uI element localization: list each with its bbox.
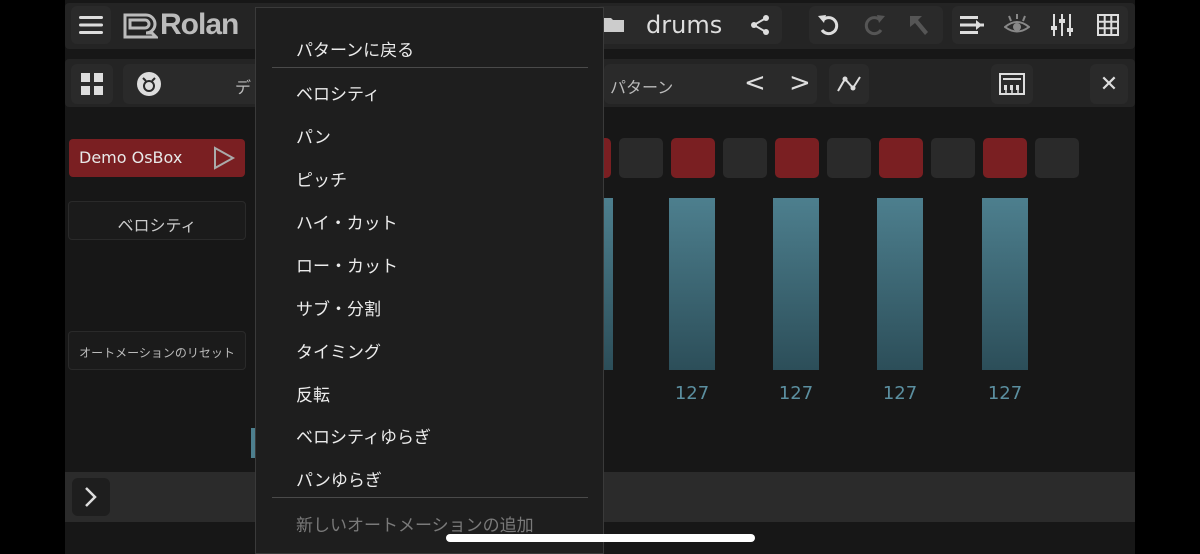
automation-curve-button[interactable] <box>829 64 869 104</box>
menu-item-high-cut[interactable]: ハイ・カット <box>296 209 398 234</box>
menu-item-pitch[interactable]: ピッチ <box>296 166 347 191</box>
mixer-icon[interactable] <box>1050 14 1074 36</box>
grid-squares-icon <box>81 73 103 95</box>
view-group <box>952 6 1128 44</box>
menu-item-timing[interactable]: タイミング <box>296 338 381 363</box>
menu-item-back[interactable]: パターンに戻る <box>296 36 414 61</box>
instrument-name: デ <box>235 78 252 97</box>
prev-pattern-button[interactable]: < <box>744 68 766 98</box>
chevron-right-icon <box>85 487 97 507</box>
velocity-bar[interactable] <box>669 198 715 370</box>
eye-icon[interactable] <box>1004 14 1030 36</box>
velocity-bar[interactable] <box>877 198 923 370</box>
menu-button[interactable] <box>71 6 111 44</box>
track-name: Demo OsBox <box>79 148 183 167</box>
step-pad[interactable] <box>723 138 767 178</box>
automation-menu: パターンに戻る ベロシティ パン ピッチ ハイ・カット ロー・カット サブ・分割… <box>255 7 604 554</box>
menu-item-add-automation[interactable]: 新しいオートメーションの追加 <box>296 511 534 536</box>
menu-item-sub-division[interactable]: サブ・分割 <box>296 295 381 320</box>
step-pad[interactable] <box>1035 138 1079 178</box>
step-pad[interactable] <box>983 138 1027 178</box>
reset-automation-button[interactable]: オートメーションのリセット <box>68 331 246 370</box>
undo-icon[interactable] <box>817 14 841 36</box>
velocity-value: 127 <box>778 383 814 404</box>
curve-icon <box>837 76 861 92</box>
step-pad[interactable] <box>671 138 715 178</box>
close-button[interactable]: ✕ <box>1090 64 1128 104</box>
grid-icon[interactable] <box>1097 14 1119 36</box>
menu-item-velocity-jitter[interactable]: ベロシティゆらぎ <box>296 423 431 448</box>
home-indicator[interactable] <box>446 534 755 542</box>
keyboard-icon <box>999 73 1025 95</box>
step-pad[interactable] <box>931 138 975 178</box>
drum-kit-icon <box>135 70 163 98</box>
menu-item-pan-jitter[interactable]: パンゆらぎ <box>296 466 382 491</box>
project-box[interactable]: drums <box>596 6 782 44</box>
menu-item-velocity[interactable]: ベロシティ <box>296 80 380 105</box>
play-icon[interactable] <box>212 146 236 170</box>
keyboard-button[interactable] <box>991 64 1033 104</box>
velocity-value: 127 <box>987 383 1023 404</box>
step-pad[interactable] <box>619 138 663 178</box>
cursor-icon[interactable] <box>907 14 931 36</box>
step-pad[interactable] <box>775 138 819 178</box>
menu-divider <box>272 67 588 68</box>
next-pattern-button[interactable]: > <box>789 68 811 98</box>
logo-text: Rolan <box>160 8 239 41</box>
velocity-value: 127 <box>674 383 710 404</box>
velocity-bar[interactable] <box>982 198 1028 370</box>
edit-group <box>809 6 943 44</box>
list-icon[interactable] <box>960 15 984 35</box>
velocity-value: 127 <box>882 383 918 404</box>
reset-label: オートメーションのリセット <box>79 346 235 360</box>
velocity-bar[interactable] <box>773 198 819 370</box>
folder-icon[interactable] <box>602 15 626 35</box>
menu-item-low-cut[interactable]: ロー・カット <box>296 252 398 277</box>
project-name: drums <box>646 11 723 39</box>
menu-divider <box>272 497 588 498</box>
velocity-button[interactable]: ベロシティ <box>68 201 246 240</box>
patterns-grid-button[interactable] <box>71 64 113 104</box>
menu-item-reverse[interactable]: 反転 <box>296 381 330 406</box>
step-pad[interactable] <box>827 138 871 178</box>
pattern-label: パターン <box>610 78 674 97</box>
redo-icon[interactable] <box>862 14 886 36</box>
roland-logo: Rolan <box>122 8 239 42</box>
track-button[interactable]: Demo OsBox <box>69 139 245 177</box>
share-icon[interactable] <box>749 14 771 36</box>
expand-button[interactable] <box>72 478 110 516</box>
velocity-label: ベロシティ <box>117 216 197 235</box>
close-icon: ✕ <box>1099 71 1119 97</box>
menu-icon <box>79 16 103 34</box>
menu-item-pan[interactable]: パン <box>296 123 331 148</box>
step-pad[interactable] <box>879 138 923 178</box>
pattern-nav: パターン < > <box>604 64 817 104</box>
